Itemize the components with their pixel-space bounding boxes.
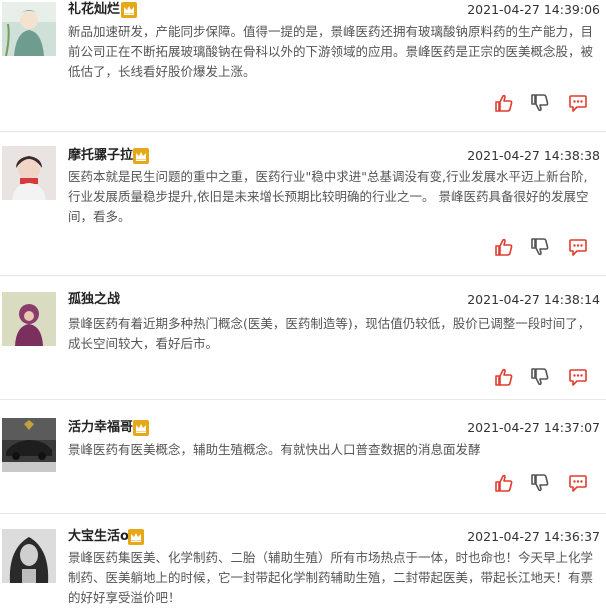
thumbs-down-icon[interactable]: [530, 473, 550, 493]
comment-item: 孤独之战 2021-04-27 14:38:14 景峰医药有着近期多种热门概念(…: [0, 276, 606, 399]
comment-timestamp: 2021-04-27 14:39:06: [467, 2, 600, 17]
username[interactable]: 礼花灿烂: [68, 2, 120, 18]
comment-timestamp: 2021-04-27 14:36:37: [467, 529, 600, 544]
comment-timestamp: 2021-04-27 14:37:07: [467, 420, 600, 435]
crown-icon: [121, 2, 137, 18]
thumbs-down-icon[interactable]: [530, 367, 550, 387]
comment-actions: [490, 367, 600, 387]
avatar[interactable]: [2, 418, 56, 472]
avatar[interactable]: [2, 146, 56, 200]
reply-bubble-icon[interactable]: [568, 93, 588, 113]
avatar[interactable]: [2, 2, 56, 56]
username[interactable]: 孤独之战: [68, 292, 120, 308]
comment-item: 活力幸福哥 2021-04-27 14:37:07 景峰医药有医美概念，辅助生殖…: [0, 400, 606, 513]
comment-text: 景峰医药有着近期多种热门概念(医美，医药制造等)，现估值仍较低，股价已调整一段时…: [68, 316, 591, 351]
comment-text: 医药本就是民生问题的重中之重，医药行业"稳中求进"总基调没有变,行业发展水平迈上…: [68, 169, 589, 224]
avatar[interactable]: [2, 292, 56, 346]
thumbs-up-icon[interactable]: [494, 237, 514, 257]
comment-actions: [490, 473, 600, 493]
reply-bubble-icon[interactable]: [568, 367, 588, 387]
avatar[interactable]: [2, 529, 56, 583]
reply-bubble-icon[interactable]: [568, 473, 588, 493]
comment-timestamp: 2021-04-27 14:38:14: [467, 292, 600, 307]
crown-icon: [133, 420, 149, 436]
comment-item: 大宝生活o 2021-04-27 14:36:37 景峰医药集医美、化学制药、二…: [0, 514, 606, 607]
crown-icon: [128, 529, 144, 545]
thumbs-down-icon[interactable]: [530, 93, 550, 113]
crown-icon: [133, 148, 149, 164]
username[interactable]: 摩托骡子拉: [68, 148, 133, 164]
username[interactable]: 大宝生活o: [68, 529, 129, 545]
thumbs-down-icon[interactable]: [530, 237, 550, 257]
thumbs-up-icon[interactable]: [494, 473, 514, 493]
username[interactable]: 活力幸福哥: [68, 420, 133, 436]
thumbs-up-icon[interactable]: [494, 367, 514, 387]
comment-item: 礼花灿烂 2021-04-27 14:39:06 新品加速研发，产能同步保障。值…: [0, 0, 606, 131]
comment-timestamp: 2021-04-27 14:38:38: [467, 148, 600, 163]
comment-item: 摩托骡子拉 2021-04-27 14:38:38 医药本就是民生问题的重中之重…: [0, 132, 606, 275]
thumbs-up-icon[interactable]: [494, 93, 514, 113]
comment-text: 新品加速研发，产能同步保障。值得一提的是，景峰医药还拥有玻璃酸钠原料药的生产能力…: [68, 24, 594, 79]
comment-text: 景峰医药集医美、化学制药、二胎（辅助生殖）所有市场热点于一体，时也命也！今天早上…: [68, 550, 594, 605]
comment-text: 景峰医药有医美概念，辅助生殖概念。有就快出人口普查数据的消息面发酵: [68, 442, 481, 457]
comment-actions: [490, 93, 600, 113]
comment-actions: [490, 237, 600, 257]
reply-bubble-icon[interactable]: [568, 237, 588, 257]
